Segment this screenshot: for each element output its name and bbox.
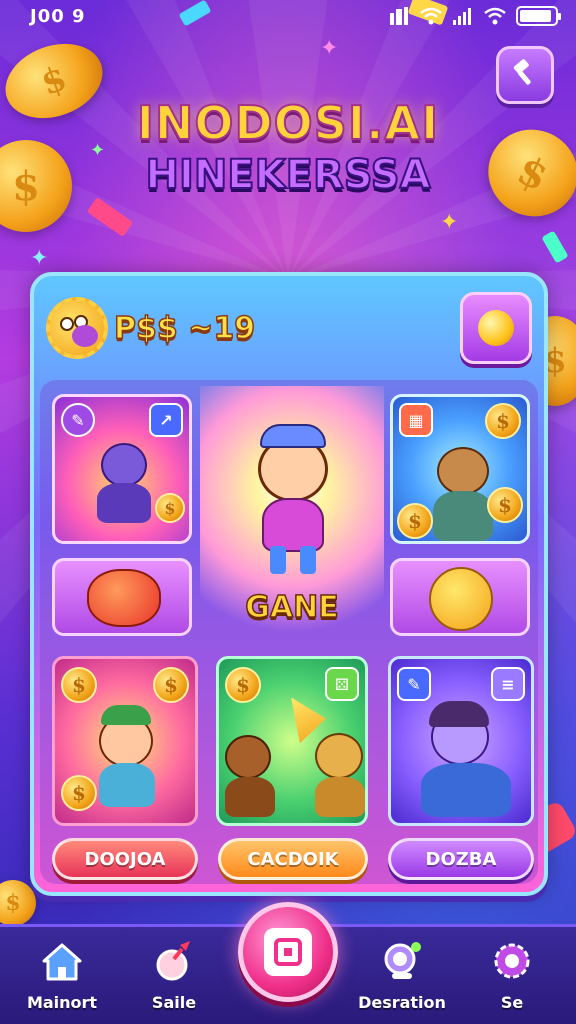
nav-label: Se	[500, 993, 524, 1012]
game-grid: ✎ ↗ $ GANE ▦ $ $ $ $ $ $ $ ⚄ ✎ ≡ DOOJOA …	[40, 380, 538, 884]
wifi-icon	[484, 7, 506, 25]
rocket-icon	[150, 937, 198, 985]
monster-character	[101, 443, 147, 487]
coin-icon: $	[397, 503, 433, 539]
sun-mascot-icon	[46, 297, 108, 359]
featured-game[interactable]: GANE	[200, 386, 384, 642]
orb-icon	[478, 310, 514, 346]
game-card-blob[interactable]	[52, 558, 192, 636]
game-title: INODOSI.AI HINEKERSSA	[0, 95, 576, 199]
nav-label: Saile	[151, 993, 197, 1012]
battery-fill	[520, 10, 551, 22]
status-icons	[388, 6, 561, 26]
left-action-button[interactable]: DOOJOA	[52, 838, 198, 880]
nav-label: Desration	[358, 993, 446, 1012]
middle-action-button[interactable]: CACDOIK	[218, 838, 368, 880]
game-card-hero[interactable]: ✎ ≡	[388, 656, 534, 826]
game-card-purple-monster[interactable]: ✎ ↗ $	[52, 394, 192, 544]
status-time: J00 9	[30, 6, 86, 27]
center-play-button[interactable]	[238, 902, 338, 1002]
title-line-1: INODOSI.AI	[136, 95, 440, 151]
notes-icon: ≡	[491, 667, 525, 701]
panel-header: P$$ ~19	[46, 286, 532, 370]
bear-character	[225, 735, 271, 779]
pencil-icon: ✎	[397, 667, 431, 701]
hammer-icon	[510, 58, 540, 92]
bear-character	[437, 447, 489, 495]
star-decoration: ✦	[30, 246, 49, 271]
currency-amount: P$$ ~19	[113, 310, 256, 347]
wifi-icon	[420, 7, 442, 25]
coin-icon: $	[225, 667, 261, 703]
confetti-decoration	[86, 197, 134, 237]
dice-icon: ⚄	[325, 667, 359, 701]
nav-item-home[interactable]: Mainort	[12, 937, 112, 1012]
nav-item-saile[interactable]: Saile	[124, 937, 224, 1012]
smiley-character	[429, 567, 493, 631]
main-panel: P$$ ~19 ✎ ↗ $ GANE ▦ $ $ $ $ $ $ $ ⚄ ✎ ≡…	[30, 272, 548, 896]
coin-icon: $	[487, 487, 523, 523]
battery-icon	[516, 6, 561, 26]
coin-decoration: $	[0, 880, 36, 926]
nav-item-desration[interactable]: Desration	[352, 937, 452, 1012]
right-action-button[interactable]: DOZBA	[388, 838, 534, 880]
corner-icon: ↗	[149, 403, 183, 437]
currency-display[interactable]: P$$ ~19	[46, 297, 256, 359]
magnifier-icon	[378, 937, 426, 985]
coin-icon: $	[61, 667, 97, 703]
confetti-decoration	[541, 230, 569, 264]
star-decoration: ✦	[320, 36, 339, 61]
coin-icon: $	[61, 775, 97, 811]
signal-icon	[452, 7, 474, 25]
game-card-explorer[interactable]: $ $ $	[52, 656, 198, 826]
nav-item-se[interactable]: Se	[462, 937, 562, 1012]
coin-icon: $	[485, 403, 521, 439]
status-bar: J00 9	[0, 0, 576, 34]
ticket-icon: ▦	[399, 403, 433, 437]
sim-icon	[388, 7, 410, 25]
game-card-bears[interactable]: $ ⚄	[216, 656, 368, 826]
home-icon	[38, 937, 86, 985]
coin-icon: $	[153, 667, 189, 703]
gear-icon	[488, 937, 536, 985]
star-decoration: ✦	[440, 210, 459, 235]
nav-label: Mainort	[26, 993, 98, 1012]
game-card-bear[interactable]: ▦ $ $ $	[390, 394, 530, 544]
bear-character	[315, 733, 363, 779]
title-line-2: HINEKERSSA	[144, 151, 431, 199]
featured-label: GANE	[245, 589, 340, 626]
coin-icon: $	[155, 493, 185, 523]
feather-icon: ✎	[61, 403, 95, 437]
scan-icon	[264, 928, 312, 976]
reward-button[interactable]	[460, 292, 532, 364]
blob-character	[87, 569, 161, 627]
game-card-smiley[interactable]	[390, 558, 530, 636]
